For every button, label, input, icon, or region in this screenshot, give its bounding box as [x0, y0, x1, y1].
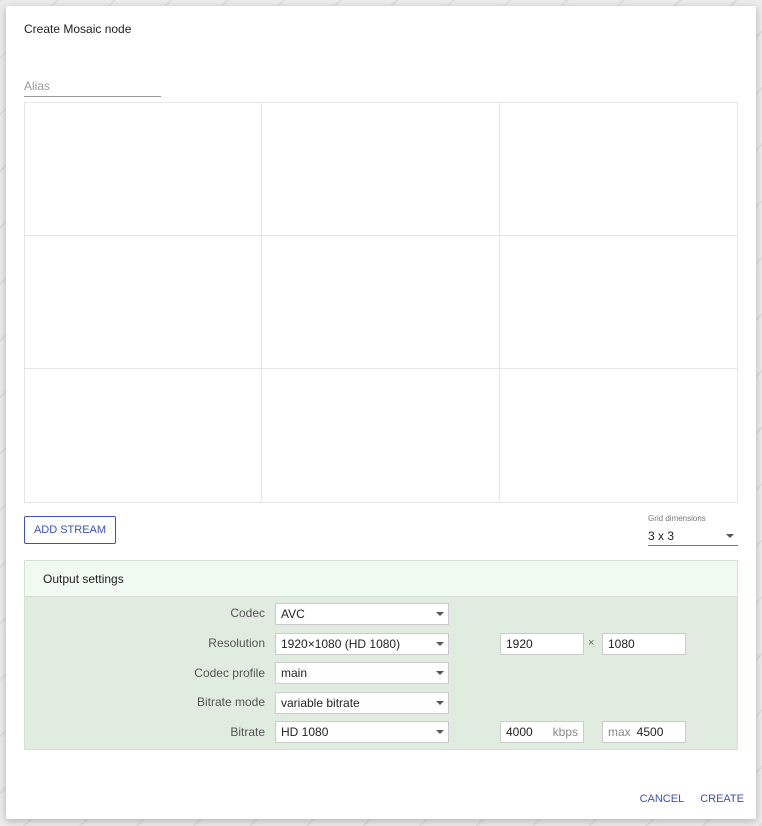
bitrate-select[interactable]: HD 1080: [275, 721, 449, 743]
chevron-down-icon: [726, 534, 734, 538]
create-mosaic-dialog: Create Mosaic node ADD STREAM Grid dimen…: [6, 6, 756, 819]
codec-profile-label: Codec profile: [194, 666, 265, 680]
resolution-width-value: 1920: [506, 637, 533, 651]
codec-profile-select[interactable]: main: [275, 662, 449, 684]
bitrate-mode-select[interactable]: variable bitrate: [275, 692, 449, 714]
chevron-down-icon: [436, 730, 444, 734]
grid-cell[interactable]: [25, 369, 263, 502]
mosaic-grid: [24, 102, 738, 503]
bitrate-value: HD 1080: [281, 725, 329, 739]
bitrate-kbps-value: 4000: [506, 725, 533, 739]
codec-label: Codec: [230, 606, 265, 620]
resolution-value: 1920×1080 (HD 1080): [281, 637, 401, 651]
bitrate-mode-value: variable bitrate: [281, 696, 360, 710]
grid-cell[interactable]: [262, 103, 500, 236]
output-settings-panel: Output settings Codec AVC Resolution 192…: [24, 560, 738, 750]
bitrate-label: Bitrate: [230, 725, 265, 739]
resolution-height-input[interactable]: 1080: [602, 633, 686, 655]
codec-select[interactable]: AVC: [275, 603, 449, 625]
grid-cell[interactable]: [262, 369, 500, 502]
grid-cell[interactable]: [262, 236, 500, 369]
cancel-button[interactable]: CANCEL: [640, 793, 685, 805]
bitrate-max-input[interactable]: max 4500: [602, 721, 686, 743]
chevron-down-icon: [436, 612, 444, 616]
bitrate-kbps-unit: kbps: [552, 725, 578, 739]
grid-cell[interactable]: [25, 103, 263, 236]
grid-dimensions-value-box[interactable]: 3 x 3: [648, 527, 738, 546]
resolution-select[interactable]: 1920×1080 (HD 1080): [275, 633, 449, 655]
resolution-label: Resolution: [208, 636, 265, 650]
bitrate-mode-label: Bitrate mode: [196, 695, 265, 709]
bitrate-max-prefix: max: [608, 725, 631, 739]
alias-input[interactable]: [24, 76, 161, 97]
chevron-down-icon: [436, 642, 444, 646]
add-stream-button[interactable]: ADD STREAM: [24, 516, 116, 544]
bitrate-max-value: 4500: [636, 725, 664, 739]
chevron-down-icon: [436, 701, 444, 705]
chevron-down-icon: [436, 671, 444, 675]
grid-cell[interactable]: [499, 236, 737, 369]
codec-value: AVC: [281, 607, 305, 621]
dialog-title: Create Mosaic node: [24, 22, 132, 36]
grid-dimensions-label: Grid dimensions: [648, 514, 706, 523]
grid-cell[interactable]: [499, 103, 737, 236]
grid-cell[interactable]: [25, 236, 263, 369]
grid-dimensions-value: 3 x 3: [648, 529, 675, 543]
resolution-height-value: 1080: [608, 637, 635, 651]
bitrate-kbps-input[interactable]: 4000 kbps: [500, 721, 584, 743]
output-settings-header[interactable]: Output settings: [25, 561, 737, 597]
grid-cell[interactable]: [500, 369, 737, 502]
dialog-actions: CANCEL CREATE: [640, 793, 744, 805]
codec-profile-value: main: [281, 666, 308, 680]
resolution-separator: ×: [588, 637, 595, 649]
resolution-width-input[interactable]: 1920: [500, 633, 584, 655]
create-button[interactable]: CREATE: [700, 793, 744, 805]
grid-dimensions-select[interactable]: Grid dimensions 3 x 3: [648, 514, 738, 546]
